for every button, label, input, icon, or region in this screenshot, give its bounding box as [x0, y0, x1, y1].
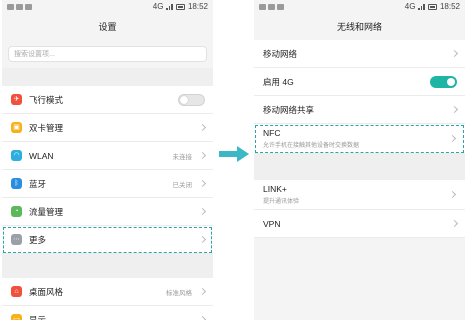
settings-row-description: 允许手机在接触其他设备时交换数据 — [263, 143, 360, 149]
network-type: 4G — [404, 2, 416, 11]
section-divider — [2, 68, 213, 86]
settings-row[interactable]: ᛒ 蓝牙 已关闭 — [2, 170, 213, 198]
settings-row-label: 桌面风格 — [29, 286, 64, 297]
signal-icon — [166, 3, 173, 10]
clock: 18:52 — [187, 2, 208, 11]
notification-icon — [277, 3, 284, 10]
settings-row[interactable]: ◔ 流量管理 — [2, 198, 213, 226]
settings-row-label: 流量管理 — [29, 206, 64, 217]
chevron-right-icon — [198, 235, 207, 244]
settings-row-text: NFC 允许手机在接触其他设备时交换数据 — [263, 128, 359, 149]
settings-row[interactable]: NFC 允许手机在接触其他设备时交换数据 — [254, 124, 465, 154]
chevron-right-icon — [448, 134, 457, 143]
settings-row-value: 未连接 — [172, 153, 193, 161]
settings-row-label: 双卡管理 — [29, 122, 64, 133]
chevron-right-icon — [198, 151, 207, 160]
arrow-right-icon — [219, 146, 249, 162]
settings-row-label: LINK+ — [263, 184, 287, 194]
chevron-right-icon — [198, 179, 207, 188]
settings-group: ⌂ 桌面风格 标准风格 ▭ 显示 — [2, 278, 213, 320]
sim-card-icon: ▣ — [11, 122, 22, 133]
settings-row-label: NFC — [263, 128, 281, 138]
settings-row-value: 标准风格 — [166, 289, 192, 297]
settings-group: ✈ 飞行模式 ▣ 双卡管理 ◠ WLAN 未连接 ᛒ 蓝牙 已关闭 ◔ 流量管理 ⋯ 更多 — [2, 86, 213, 254]
settings-row-description: 提升通讯体验 — [263, 199, 300, 205]
settings-row[interactable]: LINK+ 提升通讯体验 — [254, 180, 465, 210]
chevron-right-icon — [198, 315, 207, 320]
more-icon: ⋯ — [11, 234, 22, 245]
settings-row-text: LINK+ 提升通讯体验 — [263, 184, 299, 205]
settings-row-label: WLAN — [29, 150, 54, 161]
settings-row[interactable]: 移动网络共享 — [254, 96, 465, 124]
notification-icon — [16, 3, 23, 10]
network-type: 4G — [152, 2, 164, 11]
bluetooth-icon: ᛒ — [11, 178, 22, 189]
chevron-right-icon — [450, 105, 459, 114]
settings-row-label: 飞行模式 — [29, 94, 64, 105]
airplane-mode-toggle[interactable] — [178, 93, 205, 106]
settings-row-label: 显示 — [29, 314, 47, 320]
settings-row-label: VPN — [263, 218, 281, 229]
notification-icon — [25, 3, 32, 10]
settings-row[interactable]: ⌂ 桌面风格 标准风格 — [2, 278, 213, 306]
search-input[interactable]: 搜索设置项... — [8, 46, 207, 62]
notification-icon — [7, 3, 14, 10]
status-bar: 4G 18:52 — [254, 0, 465, 13]
wifi-icon: ◠ — [11, 150, 22, 161]
settings-row-label: 蓝牙 — [29, 178, 47, 189]
chevron-right-icon — [198, 207, 207, 216]
settings-row[interactable]: ▣ 双卡管理 — [2, 114, 213, 142]
chevron-right-icon — [198, 123, 207, 132]
notification-icon — [268, 3, 275, 10]
section-divider — [2, 254, 213, 278]
chevron-right-icon — [448, 190, 457, 199]
settings-screen: 4G 18:52 设置 搜索设置项... ✈ 飞行模式 ▣ 双卡管理 ◠ WLAN 未连接 ᛒ… — [2, 0, 213, 320]
settings-row[interactable]: ▭ 显示 — [2, 306, 213, 320]
settings-row[interactable]: ⋯ 更多 — [2, 226, 213, 254]
data-usage-icon: ◔ — [11, 206, 22, 217]
signal-icon — [418, 3, 425, 10]
settings-row[interactable]: VPN — [254, 210, 465, 238]
chevron-right-icon — [198, 287, 207, 296]
section-divider — [254, 154, 465, 180]
clock: 18:52 — [439, 2, 460, 11]
battery-icon — [175, 3, 185, 10]
settings-row-label: 启用 4G — [263, 76, 294, 87]
battery-icon — [427, 3, 437, 10]
settings-row[interactable]: 移动网络 — [254, 40, 465, 68]
airplane-icon: ✈ — [11, 94, 22, 105]
page-title: 设置 — [98, 22, 117, 32]
chevron-right-icon — [450, 219, 459, 228]
page-title: 无线和网络 — [336, 22, 382, 32]
settings-row[interactable]: ◠ WLAN 未连接 — [2, 142, 213, 170]
settings-row-label: 更多 — [29, 234, 47, 245]
settings-row-value: 已关闭 — [172, 181, 193, 189]
notification-icon — [259, 3, 266, 10]
home-screen-icon: ⌂ — [11, 286, 22, 297]
display-icon: ▭ — [11, 314, 22, 320]
enable-4g-toggle[interactable] — [430, 75, 457, 88]
wireless-networks-screen: 4G 18:52 无线和网络 移动网络启用 4G 移动网络共享 NFC 允许手机在接触… — [254, 0, 465, 320]
settings-row-label: 移动网络 — [263, 48, 298, 59]
settings-group: LINK+ 提升通讯体验 VPN — [254, 180, 465, 238]
settings-row[interactable]: ✈ 飞行模式 — [2, 86, 213, 114]
status-bar: 4G 18:52 — [2, 0, 213, 13]
chevron-right-icon — [450, 49, 459, 58]
settings-row[interactable]: 启用 4G — [254, 68, 465, 96]
settings-group: 移动网络启用 4G 移动网络共享 NFC 允许手机在接触其他设备时交换数据 — [254, 40, 465, 154]
settings-row-label: 移动网络共享 — [263, 104, 315, 115]
